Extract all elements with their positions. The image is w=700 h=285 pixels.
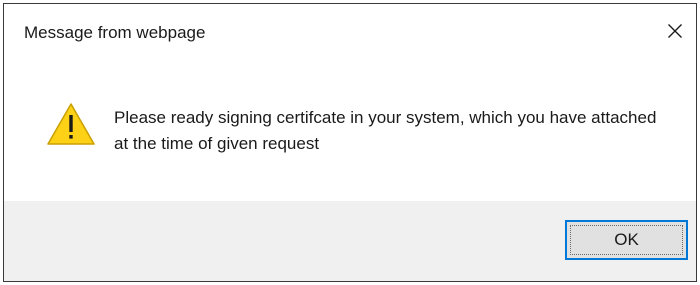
- close-icon: [668, 24, 682, 38]
- dialog-message: Please ready signing certifcate in your …: [114, 108, 657, 153]
- ok-button[interactable]: OK: [565, 220, 688, 260]
- dialog-footer: OK: [4, 201, 696, 281]
- dialog-content: Please ready signing certifcate in your …: [4, 62, 696, 201]
- message-dialog: Message from webpage Please ready signin…: [3, 3, 697, 282]
- ok-button-label: OK: [614, 230, 639, 249]
- dialog-title-bar: Message from webpage: [4, 4, 696, 62]
- close-button[interactable]: [660, 16, 690, 46]
- dialog-title: Message from webpage: [24, 23, 206, 42]
- warning-icon: [47, 103, 95, 145]
